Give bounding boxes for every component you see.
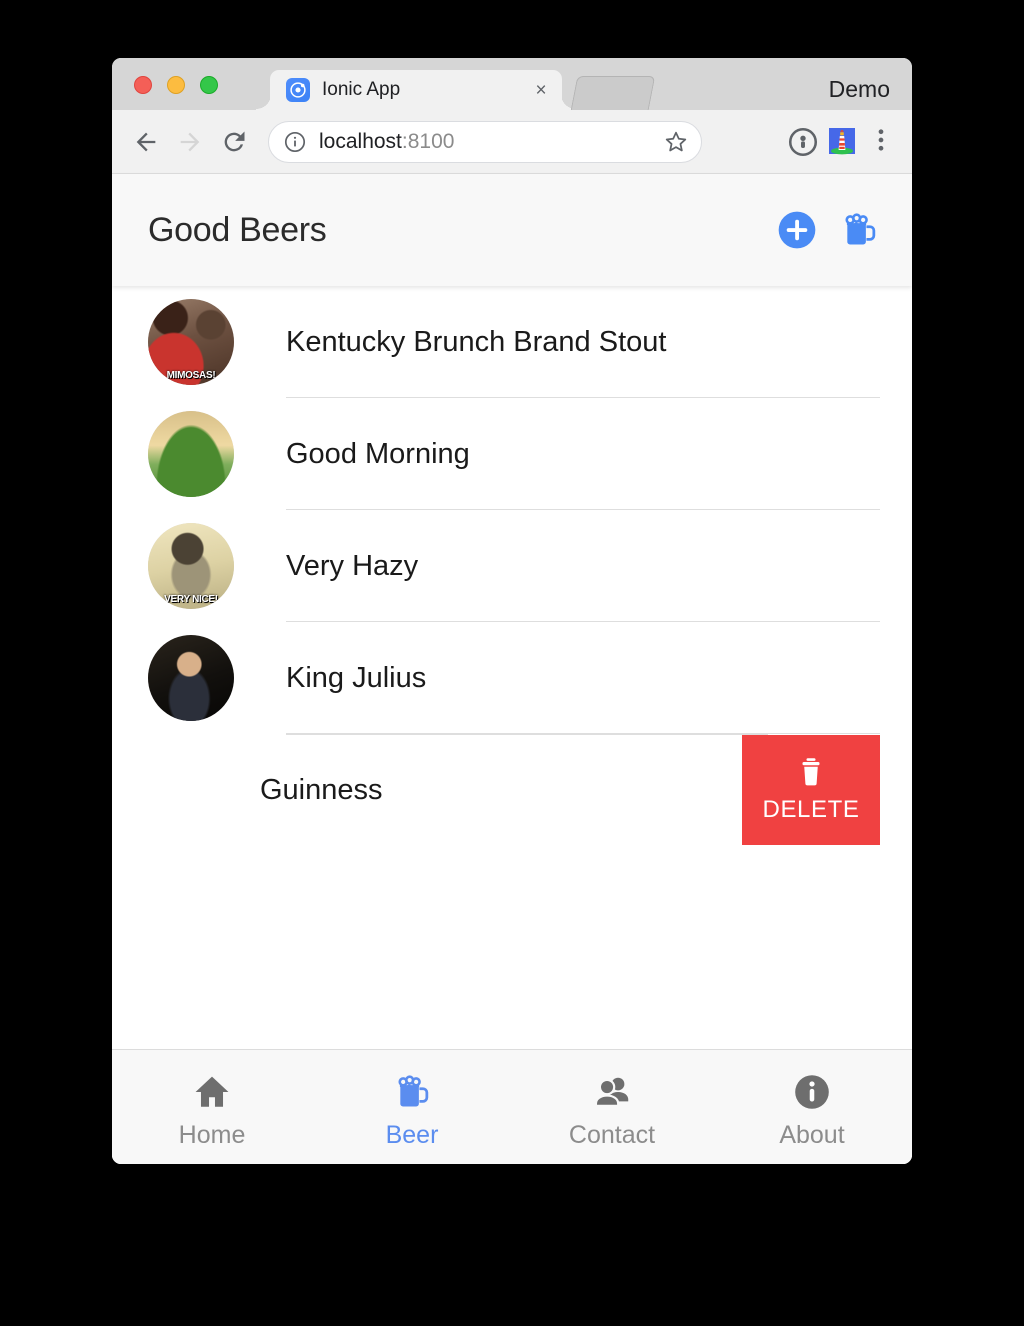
- avatar-caption: MIMOSAS!: [166, 370, 216, 381]
- ionic-logo-icon: [286, 78, 310, 102]
- tab-label: Home: [178, 1120, 246, 1149]
- browser-tab-inactive[interactable]: [570, 76, 656, 110]
- contacts-icon: [590, 1069, 634, 1115]
- avatar: VERY NICE!: [148, 523, 234, 609]
- list-item-label: Kentucky Brunch Brand Stout: [286, 325, 667, 358]
- list-item[interactable]: Good Morning: [112, 398, 912, 510]
- avatar: [148, 411, 234, 497]
- list-item[interactable]: VERY NICE! Very Hazy: [112, 510, 912, 622]
- tab-label: Beer: [385, 1120, 439, 1149]
- close-icon[interactable]: ×: [530, 79, 552, 101]
- delete-label: DELETE: [762, 796, 860, 823]
- list-divider: [286, 734, 768, 735]
- add-circle-icon[interactable]: [774, 207, 820, 253]
- browser-toolbar: localhost:8100: [112, 110, 912, 174]
- profile-circle-icon[interactable]: [786, 125, 820, 159]
- tab-contact[interactable]: Contact: [512, 1050, 712, 1164]
- avatar: [148, 635, 234, 721]
- avatar-caption: VERY NICE!: [164, 594, 218, 605]
- tab-about[interactable]: About: [712, 1050, 912, 1164]
- list-item[interactable]: MIMOSAS! Kentucky Brunch Brand Stout: [112, 286, 912, 398]
- reload-icon[interactable]: [212, 120, 256, 164]
- maximize-window-button[interactable]: [200, 76, 218, 94]
- three-dot-menu-icon[interactable]: [866, 125, 900, 159]
- url-port: :8100: [401, 129, 455, 153]
- app-header: Good Beers: [112, 174, 912, 286]
- browser-window: Ionic App × Demo localhost:8100 Good Bee…: [112, 58, 912, 1164]
- beer-list: MIMOSAS! Kentucky Brunch Brand Stout Goo…: [112, 286, 912, 1049]
- home-icon: [191, 1069, 233, 1115]
- tab-label: Contact: [568, 1120, 656, 1149]
- url-host: localhost: [319, 129, 402, 153]
- url-bar[interactable]: localhost:8100: [268, 120, 702, 163]
- minimize-window-button[interactable]: [167, 76, 185, 94]
- browser-tab-title: Ionic App: [322, 79, 401, 100]
- tab-home[interactable]: Home: [112, 1050, 312, 1164]
- browser-toolbar-actions: [786, 125, 900, 159]
- list-item-label: Good Morning: [286, 437, 470, 470]
- list-item-label: Guinness: [260, 773, 383, 806]
- lighthouse-extension-icon[interactable]: [826, 125, 860, 159]
- back-arrow-icon[interactable]: [124, 120, 168, 164]
- forward-arrow-icon: [168, 120, 212, 164]
- window-controls: [134, 76, 218, 94]
- star-icon[interactable]: [663, 129, 689, 155]
- ionic-app-viewport: Good Beers MIMOSAS! Kentucky Brunch Bran…: [112, 174, 912, 1164]
- tab-beer[interactable]: Beer: [312, 1050, 512, 1164]
- close-window-button[interactable]: [134, 76, 152, 94]
- browser-tab-strip: Ionic App × Demo: [112, 58, 912, 110]
- trash-icon: [802, 758, 820, 786]
- beer-icon: [390, 1069, 434, 1115]
- page-title: Good Beers: [148, 210, 327, 249]
- avatar: MIMOSAS!: [148, 299, 234, 385]
- list-item-swiped[interactable]: Guinness DELETE: [112, 734, 912, 846]
- list-item-label: Very Hazy: [286, 549, 419, 582]
- header-actions: [774, 207, 882, 253]
- info-icon: [791, 1069, 833, 1115]
- beer-mug-icon[interactable]: [836, 207, 882, 253]
- info-circle-icon[interactable]: [283, 130, 307, 154]
- list-item[interactable]: King Julius: [112, 622, 912, 734]
- browser-profile-label[interactable]: Demo: [829, 69, 890, 109]
- browser-tab-active[interactable]: Ionic App ×: [256, 70, 576, 110]
- delete-button[interactable]: DELETE: [742, 735, 880, 845]
- tab-bar: Home Beer Contact About: [112, 1049, 912, 1164]
- list-item-label: King Julius: [286, 661, 427, 694]
- url-text: localhost:8100: [319, 130, 663, 154]
- tab-label: About: [779, 1120, 845, 1149]
